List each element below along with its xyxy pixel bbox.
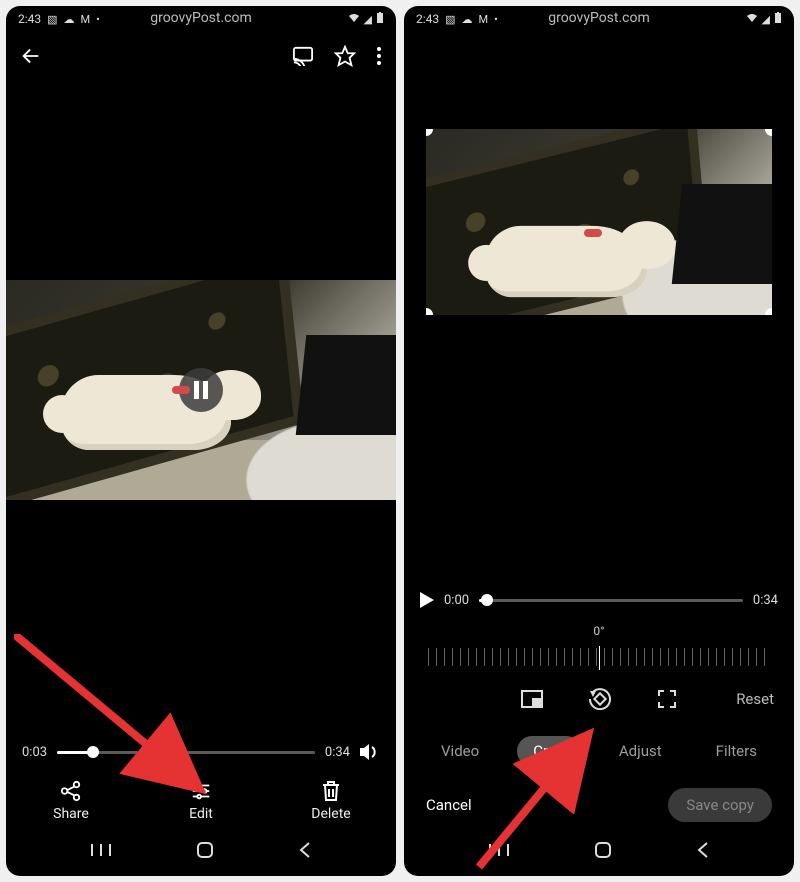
crop-handle-tr[interactable] (765, 129, 772, 136)
battery-icon (774, 12, 782, 27)
top-toolbar (6, 32, 396, 80)
edit-sliders-icon (190, 780, 212, 802)
delete-label: Delete (311, 806, 350, 822)
android-navbar (6, 828, 396, 876)
volume-icon[interactable] (360, 743, 380, 761)
seek-track[interactable] (57, 751, 315, 754)
image-icon: ▧ (445, 13, 455, 26)
save-copy-button[interactable]: Save copy (668, 788, 772, 822)
rotation-degree: 0° (404, 624, 794, 638)
status-time: 2:43 (416, 12, 439, 26)
dot-icon: • (96, 13, 100, 26)
rotate-icon[interactable] (589, 688, 611, 710)
editor-bottom-row: Cancel Save copy (404, 772, 794, 828)
star-outline-icon[interactable] (334, 45, 356, 67)
cast-icon[interactable] (292, 46, 314, 66)
reset-button[interactable]: Reset (736, 690, 774, 708)
dot-icon: • (494, 13, 498, 26)
back-arrow-icon[interactable] (20, 45, 42, 67)
play-icon[interactable] (420, 592, 434, 608)
mail-icon: M (81, 13, 91, 26)
share-icon (60, 780, 82, 802)
crop-canvas-area (404, 32, 794, 412)
video-area[interactable] (6, 80, 396, 734)
expand-icon[interactable] (657, 689, 677, 709)
trim-bar: 0:00 0:34 (404, 582, 794, 618)
time-total: 0:34 (753, 593, 778, 608)
android-navbar (404, 828, 794, 876)
nav-home-icon[interactable] (196, 841, 214, 863)
status-bar: 2:43 ▧ ☁ M • groovyPost.com ◢ (404, 6, 794, 32)
mail-icon: M (479, 13, 489, 26)
crop-handle-tl[interactable] (426, 129, 433, 136)
cloud-icon: ☁ (462, 13, 473, 26)
delete-button[interactable]: Delete (286, 780, 376, 822)
screenshot-pair: 2:43 ▧ ☁ M • groovyPost.com ◢ (6, 6, 794, 876)
cloud-icon: ☁ (64, 13, 75, 26)
image-icon: ▧ (47, 13, 57, 26)
nav-recents-icon[interactable] (90, 842, 112, 862)
nav-back-icon[interactable] (696, 841, 710, 863)
crop-frame[interactable] (426, 129, 772, 315)
tab-filters[interactable]: Filters (700, 736, 773, 766)
signal-icon: ◢ (762, 13, 770, 26)
aspect-ratio-icon[interactable] (521, 690, 543, 708)
action-row: Share Edit Delete (6, 770, 396, 828)
cancel-button[interactable]: Cancel (426, 796, 472, 814)
time-current: 0:00 (444, 593, 469, 608)
crop-tool-icons: Reset (404, 682, 794, 722)
edit-button[interactable]: Edit (156, 780, 246, 822)
rotation-ruler[interactable] (428, 642, 770, 672)
more-vert-icon[interactable] (376, 46, 382, 66)
status-time: 2:43 (18, 12, 41, 26)
nav-home-icon[interactable] (594, 841, 612, 863)
edit-tabs: Video Crop Adjust Filters (404, 722, 794, 772)
watermark-brand: groovyPost.com (150, 10, 252, 26)
signal-icon: ◢ (364, 13, 372, 26)
watermark-brand: groovyPost.com (548, 10, 650, 26)
time-current: 0:03 (22, 745, 47, 760)
nav-back-icon[interactable] (298, 841, 312, 863)
share-label: Share (53, 806, 89, 822)
tab-crop[interactable]: Crop (517, 736, 581, 766)
tab-adjust[interactable]: Adjust (603, 736, 678, 766)
time-total: 0:34 (325, 745, 350, 760)
edit-label: Edit (189, 806, 213, 822)
tab-video[interactable]: Video (425, 736, 495, 766)
trim-track[interactable] (479, 599, 743, 602)
nav-recents-icon[interactable] (488, 842, 510, 862)
playback-bar: 0:03 0:34 (6, 734, 396, 770)
trash-icon (321, 780, 341, 802)
wifi-icon (348, 13, 360, 26)
battery-icon (376, 12, 384, 27)
share-button[interactable]: Share (26, 780, 116, 822)
phone-left-viewer: 2:43 ▧ ☁ M • groovyPost.com ◢ (6, 6, 396, 876)
video-frame[interactable] (6, 280, 396, 500)
phone-right-crop-editor: 2:43 ▧ ☁ M • groovyPost.com ◢ (404, 6, 794, 876)
status-bar: 2:43 ▧ ☁ M • groovyPost.com ◢ (6, 6, 396, 32)
wifi-icon (746, 13, 758, 26)
